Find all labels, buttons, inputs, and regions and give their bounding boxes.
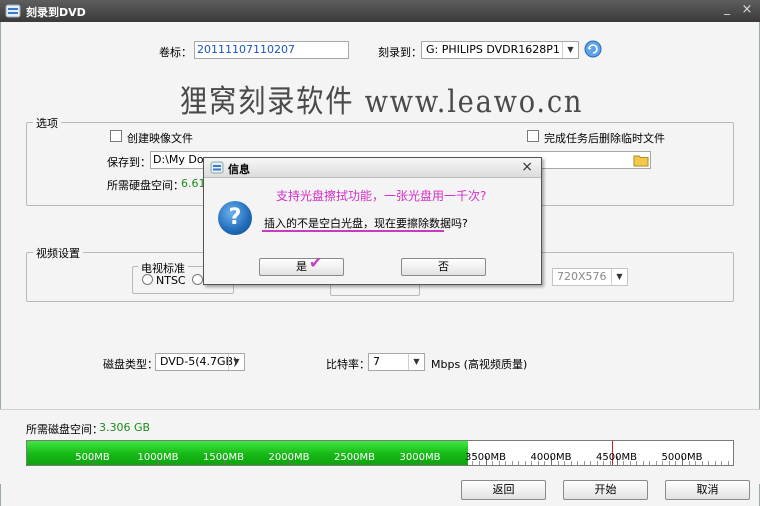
create-image-label: 创建映像文件	[127, 132, 193, 145]
resolution-value: 720X576	[557, 270, 607, 283]
ntsc-radio[interactable]	[142, 274, 153, 285]
title-bar[interactable]: 刻录到DVD _ ×	[0, 0, 760, 22]
bitrate-label: 比特率：	[326, 358, 370, 371]
disk-space-value: 6.61	[181, 177, 206, 190]
pal-radio[interactable]	[192, 274, 203, 285]
disc-space-bar: 500MB 1000MB 1500MB 2000MB 2500MB 3000MB 3500M…	[26, 440, 734, 466]
volume-label: 卷标：	[159, 46, 192, 59]
info-dialog: 信息 × ? 支持光盘擦拭功能，一张光盘用一千次? 插入的不是空白光盘，现在要擦…	[203, 157, 542, 285]
scale-minor-tick	[577, 461, 579, 465]
back-button[interactable]: 返回	[461, 480, 546, 500]
scale-tick-label: 500MB	[75, 452, 110, 463]
folder-icon[interactable]	[633, 153, 649, 167]
chevron-down-icon: ▼	[408, 354, 424, 370]
scale-minor-tick	[708, 461, 710, 465]
dvd-app-icon	[5, 4, 21, 18]
scale-minor-tick	[518, 461, 520, 465]
chevron-down-icon: ▼	[228, 354, 244, 370]
no-button[interactable]: 否	[401, 258, 486, 276]
scale-tick-label: 2500MB	[334, 452, 375, 463]
scale-tick-label: 5000MB	[661, 452, 703, 463]
question-icon: ?	[218, 201, 252, 235]
message-underline	[262, 230, 444, 232]
burn-to-value: G: PHILIPS DVDR1628P1	[426, 43, 560, 56]
disk-space-label: 所需硬盘空间：	[107, 179, 184, 192]
required-space-value: 3.306 GB	[99, 421, 151, 434]
save-to-label: 保存到：	[107, 156, 151, 169]
dialog-title-bar[interactable]: 信息 ×	[204, 158, 541, 178]
burn-to-label: 刻录到：	[378, 46, 422, 59]
scale-minor-tick	[511, 461, 513, 465]
scale-tick-label: 4500MB	[596, 452, 637, 463]
scale-minor-tick	[590, 461, 592, 465]
scale-tick-label: 1000MB	[137, 452, 179, 463]
scale-minor-tick	[714, 461, 716, 465]
disc-type-label: 磁盘类型：	[103, 358, 158, 371]
scale-minor-tick	[583, 461, 585, 465]
chevron-down-icon: ▼	[562, 42, 578, 58]
scale-tick-label: 1500MB	[203, 452, 244, 463]
delete-temp-checkbox[interactable]	[527, 130, 539, 142]
chevron-down-icon: ▼	[611, 269, 627, 285]
volume-input[interactable]: 20111107110207	[194, 41, 349, 59]
dialog-promo-text: 支持光盘擦拭功能，一张光盘用一千次?	[276, 189, 487, 203]
bitrate-unit: Mbps (高视频质量)	[431, 358, 528, 371]
checkmark-icon: ✔	[309, 253, 323, 272]
resolution-select[interactable]: 720X576 ▼	[552, 268, 628, 286]
yes-button[interactable]: 是	[259, 258, 344, 276]
create-image-checkbox[interactable]	[110, 130, 122, 142]
bitrate-value: 7	[373, 355, 380, 368]
close-button[interactable]: ×	[740, 3, 754, 17]
scale-minor-tick	[727, 461, 729, 465]
ntsc-label: NTSC	[156, 274, 186, 287]
video-settings-title: 视频设置	[33, 245, 83, 261]
watermark-text: 狸窝刻录软件 www.leawo.cn	[180, 84, 584, 120]
window-title: 刻录到DVD	[26, 6, 86, 19]
bitrate-select[interactable]: 7 ▼	[368, 353, 425, 371]
minimize-button[interactable]: _	[720, 2, 734, 17]
scale-minor-tick	[642, 461, 644, 465]
scale-tick-label: 3500MB	[465, 452, 506, 463]
disc-type-select[interactable]: DVD-5(4.7GB) ▼	[155, 353, 245, 371]
dialog-close-button[interactable]: ×	[521, 159, 533, 175]
scale-minor-tick	[655, 461, 657, 465]
required-space-label: 所需磁盘空间：	[26, 423, 103, 436]
delete-temp-label: 完成任务后删除临时文件	[544, 132, 665, 145]
start-button[interactable]: 开始	[563, 480, 648, 500]
burn-to-select[interactable]: G: PHILIPS DVDR1628P1 ▼	[421, 41, 579, 59]
dialog-message: 插入的不是空白光盘，现在要擦除数据吗?	[264, 217, 468, 230]
scale-minor-tick	[524, 461, 526, 465]
cancel-button[interactable]: 取消	[665, 480, 750, 500]
scale-minor-tick	[649, 461, 651, 465]
options-group-title: 选项	[33, 115, 61, 131]
refresh-icon[interactable]	[584, 40, 602, 58]
disc-type-value: DVD-5(4.7GB)	[160, 355, 238, 368]
dvd-app-icon	[210, 161, 224, 174]
dialog-title: 信息	[228, 163, 250, 176]
scale-tick-label: 4000MB	[530, 452, 572, 463]
scale-minor-tick	[721, 461, 723, 465]
scale-tick-label: 3000MB	[399, 452, 441, 463]
scale-tick-label: 2000MB	[268, 452, 310, 463]
